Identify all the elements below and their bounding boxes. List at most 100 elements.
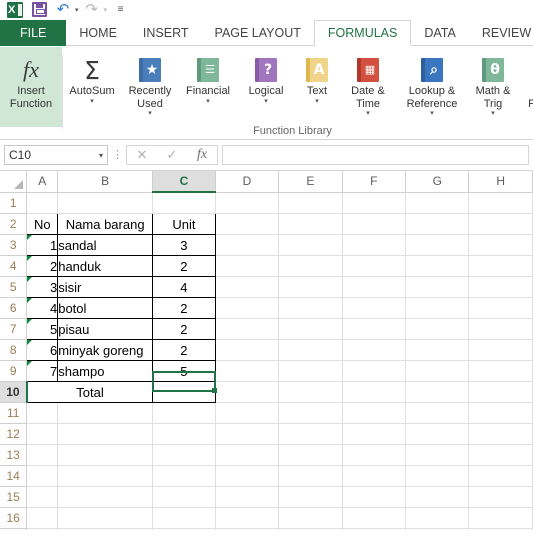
row-header-7[interactable]: 7 <box>0 318 28 340</box>
cell-g13[interactable] <box>405 444 470 466</box>
cell-f3[interactable] <box>342 234 407 256</box>
insert-function-icon[interactable]: fx <box>187 146 217 164</box>
cell-g2[interactable] <box>405 213 470 235</box>
row-header-8[interactable]: 8 <box>0 339 28 361</box>
row-header-5[interactable]: 5 <box>0 276 28 298</box>
name-box-caret-icon[interactable]: ▾ <box>99 151 103 160</box>
name-box[interactable]: C10 ▾ <box>4 145 108 165</box>
cell-f4[interactable] <box>342 255 407 277</box>
cell-e10[interactable] <box>278 381 343 403</box>
more-functions-button[interactable]: ••• More Functions ▾ <box>519 51 533 118</box>
cell-d8[interactable] <box>215 339 280 361</box>
cell-b11[interactable] <box>57 402 154 424</box>
redo-arrow-icon[interactable]: ↷ <box>81 1 103 19</box>
cell-h1[interactable] <box>468 192 533 214</box>
row-header-14[interactable]: 14 <box>0 465 28 487</box>
cell-h10[interactable] <box>468 381 533 403</box>
cell-d1[interactable] <box>215 192 280 214</box>
cell-b4[interactable]: handuk <box>57 255 154 277</box>
cell-a1[interactable] <box>26 192 59 214</box>
cell-a16[interactable] <box>26 507 59 529</box>
cell-e5[interactable] <box>278 276 343 298</box>
tab-home[interactable]: HOME <box>66 20 130 46</box>
cell-b2[interactable]: Nama barang <box>57 213 154 235</box>
cell-a15[interactable] <box>26 486 59 508</box>
cell-b3[interactable]: sandal <box>57 234 154 256</box>
cell-c10-total-value[interactable] <box>152 381 216 403</box>
cell-g17[interactable] <box>405 528 470 530</box>
cell-d7[interactable] <box>215 318 280 340</box>
cell-a6[interactable]: 4 <box>26 297 59 319</box>
cell-h6[interactable] <box>468 297 533 319</box>
column-header-f[interactable]: F <box>342 171 407 193</box>
cell-h7[interactable] <box>468 318 533 340</box>
cell-a13[interactable] <box>26 444 59 466</box>
redo-dropdown-caret-icon[interactable]: ▾ <box>104 6 108 14</box>
cell-e14[interactable] <box>278 465 343 487</box>
cell-g1[interactable] <box>405 192 470 214</box>
cell-g16[interactable] <box>405 507 470 529</box>
recently-used-caret-icon[interactable]: ▾ <box>148 110 152 118</box>
cell-d3[interactable] <box>215 234 280 256</box>
cell-c9[interactable]: 5 <box>152 360 216 382</box>
tab-data[interactable]: DATA <box>411 20 468 46</box>
cell-a7[interactable]: 5 <box>26 318 59 340</box>
tab-file[interactable]: FILE <box>0 20 67 46</box>
row-header-10[interactable]: 10 <box>0 381 28 403</box>
cell-b15[interactable] <box>57 486 154 508</box>
insert-function-button[interactable]: fx Insert Function <box>0 47 62 127</box>
row-header-2[interactable]: 2 <box>0 213 28 235</box>
cell-h5[interactable] <box>468 276 533 298</box>
tab-page-layout[interactable]: PAGE LAYOUT <box>202 20 314 46</box>
cell-h14[interactable] <box>468 465 533 487</box>
financial-button[interactable]: ☰ Financial ▾ <box>179 51 237 106</box>
row-header-16[interactable]: 16 <box>0 507 28 529</box>
cell-f7[interactable] <box>342 318 407 340</box>
cell-e7[interactable] <box>278 318 343 340</box>
cell-e13[interactable] <box>278 444 343 466</box>
text-button[interactable]: A Text ▾ <box>295 51 339 106</box>
cell-h8[interactable] <box>468 339 533 361</box>
cell-c11[interactable] <box>152 402 216 424</box>
cell-c16[interactable] <box>152 507 216 529</box>
column-header-e[interactable]: E <box>278 171 343 193</box>
spreadsheet-grid[interactable]: A B C D E F G H 1 2 No Nama barang Unit <box>0 171 533 530</box>
column-header-g[interactable]: G <box>405 171 470 193</box>
cell-d6[interactable] <box>215 297 280 319</box>
cell-c17[interactable] <box>152 528 216 530</box>
cell-d5[interactable] <box>215 276 280 298</box>
cell-b7[interactable]: pisau <box>57 318 154 340</box>
cell-f2[interactable] <box>342 213 407 235</box>
cell-b5[interactable]: sisir <box>57 276 154 298</box>
cell-h11[interactable] <box>468 402 533 424</box>
cell-a9[interactable]: 7 <box>26 360 59 382</box>
column-header-b[interactable]: B <box>57 171 154 193</box>
row-header-12[interactable]: 12 <box>0 423 28 445</box>
cell-h2[interactable] <box>468 213 533 235</box>
cell-f12[interactable] <box>342 423 407 445</box>
cell-c2[interactable]: Unit <box>152 213 216 235</box>
cell-d14[interactable] <box>215 465 280 487</box>
financial-caret-icon[interactable]: ▾ <box>206 98 210 106</box>
cell-b9[interactable]: shampo <box>57 360 154 382</box>
cell-g12[interactable] <box>405 423 470 445</box>
tab-formulas[interactable]: FORMULAS <box>313 20 412 46</box>
cell-b1[interactable] <box>57 192 154 214</box>
cell-e15[interactable] <box>278 486 343 508</box>
cell-e8[interactable] <box>278 339 343 361</box>
autosum-button[interactable]: Σ AutoSum ▾ <box>63 51 121 106</box>
cell-d13[interactable] <box>215 444 280 466</box>
cell-h15[interactable] <box>468 486 533 508</box>
row-header-17[interactable]: 17 <box>0 528 28 530</box>
save-icon[interactable] <box>28 1 50 19</box>
column-header-c[interactable]: C <box>152 171 216 193</box>
cell-c4[interactable]: 2 <box>152 255 216 277</box>
cell-c5[interactable]: 4 <box>152 276 216 298</box>
cell-f9[interactable] <box>342 360 407 382</box>
select-all-corner[interactable] <box>0 171 28 193</box>
customize-quick-access-toolbar-icon[interactable]: ≡ <box>109 1 131 19</box>
cell-h16[interactable] <box>468 507 533 529</box>
cell-a12[interactable] <box>26 423 59 445</box>
lookup-reference-caret-icon[interactable]: ▾ <box>430 110 434 118</box>
cell-f6[interactable] <box>342 297 407 319</box>
